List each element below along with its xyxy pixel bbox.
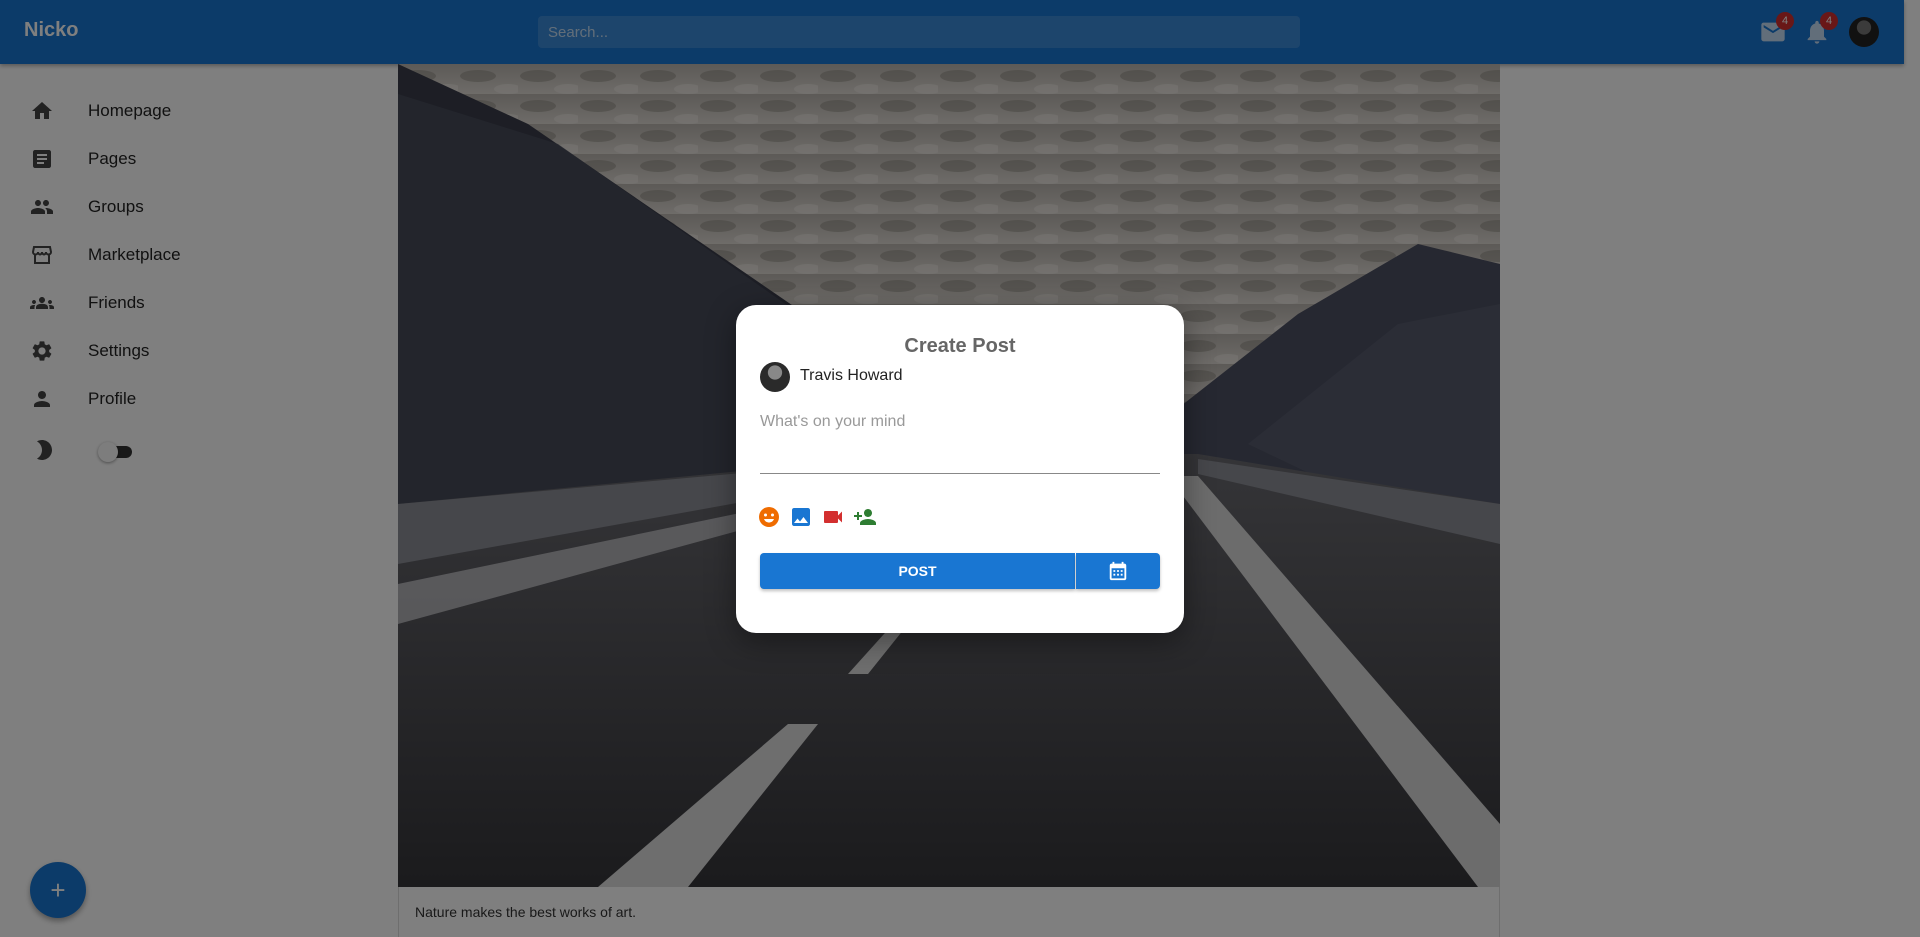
- user-name: Travis Howard: [800, 367, 903, 384]
- video-icon[interactable]: [821, 505, 845, 529]
- modal-title: Create Post: [904, 335, 1016, 357]
- create-post-modal: Create Post Travis Howard POST: [736, 305, 1184, 633]
- user-avatar: [760, 362, 790, 392]
- schedule-button[interactable]: [1076, 553, 1160, 589]
- emoji-icon[interactable]: [757, 505, 781, 529]
- calendar-icon: [1109, 561, 1127, 581]
- post-button[interactable]: POST: [760, 553, 1075, 589]
- tag-friend-icon[interactable]: [853, 505, 877, 529]
- post-text-input[interactable]: [760, 413, 1160, 474]
- image-icon[interactable]: [789, 505, 813, 529]
